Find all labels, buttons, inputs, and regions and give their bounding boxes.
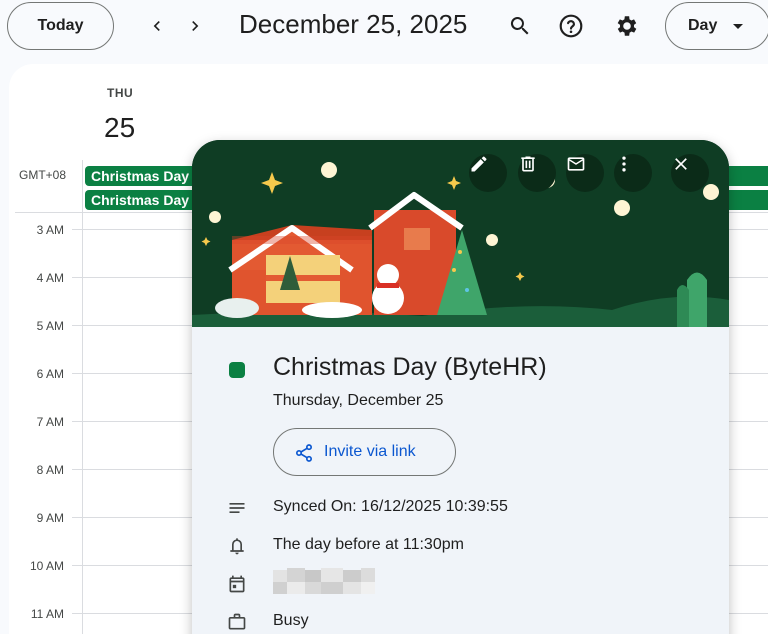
hour-label: 9 AM (36, 511, 64, 525)
top-app-bar: Today December 25, 2025 Day (0, 0, 768, 56)
search-button[interactable] (500, 6, 540, 46)
hour-label: 11 AM (30, 607, 64, 621)
bell-icon (226, 535, 248, 557)
view-selector-button[interactable]: Day (665, 2, 768, 50)
help-icon (559, 14, 583, 38)
day-of-week-label: THU (107, 86, 134, 100)
event-details-popup: Christmas Day (ByteHR) Thursday, Decembe… (192, 140, 729, 634)
event-date: Thursday, December 25 (273, 392, 444, 409)
current-date-title: December 25, 2025 (239, 9, 468, 39)
description-icon (226, 497, 248, 519)
previous-day-button[interactable] (139, 6, 175, 46)
delete-event-button[interactable] (518, 154, 556, 192)
close-icon (675, 158, 687, 170)
christmas-banner-illustration (192, 140, 729, 327)
timezone-label: GMT+08 (19, 168, 67, 182)
event-title: Christmas Day (ByteHR) (273, 353, 547, 381)
briefcase-icon (226, 611, 248, 633)
invite-via-link-label: Invite via link (324, 443, 416, 460)
event-availability: Busy (273, 612, 309, 629)
calendar-icon (226, 573, 248, 595)
event-color-swatch (229, 362, 245, 378)
hour-label: 3 AM (36, 223, 64, 237)
edit-event-button[interactable] (469, 154, 507, 192)
event-description: Synced On: 16/12/2025 10:39:55 (273, 498, 508, 515)
hour-label: 6 AM (36, 367, 64, 381)
day-number[interactable]: 25 (104, 112, 135, 144)
next-day-button[interactable] (177, 6, 213, 46)
search-icon (510, 17, 529, 35)
hour-label: 10 AM (29, 559, 64, 573)
settings-button[interactable] (607, 6, 647, 46)
event-reminder: The day before at 11:30pm (273, 536, 464, 553)
edit-icon (471, 156, 487, 172)
help-button[interactable] (551, 6, 591, 46)
gear-icon (617, 16, 637, 36)
more-options-icon (622, 156, 626, 172)
close-popup-button[interactable] (671, 154, 709, 192)
invite-via-link-button[interactable]: Invite via link (273, 428, 456, 476)
caret-down-icon (733, 24, 743, 29)
email-icon (567, 157, 585, 171)
view-selector-label: Day (688, 17, 718, 34)
time-gutter-divider (82, 160, 83, 634)
hour-label: 5 AM (36, 319, 64, 333)
email-guests-button[interactable] (566, 154, 604, 192)
hour-label: 4 AM (36, 271, 64, 285)
hour-label: 7 AM (36, 415, 64, 429)
share-icon (294, 443, 314, 468)
more-options-button[interactable] (614, 154, 652, 192)
redacted-calendar-name (273, 568, 383, 594)
delete-icon (521, 156, 535, 172)
chevron-right-icon (192, 21, 199, 31)
hour-label: 8 AM (36, 463, 64, 477)
today-button[interactable]: Today (7, 2, 114, 50)
chevron-left-icon (153, 21, 160, 31)
